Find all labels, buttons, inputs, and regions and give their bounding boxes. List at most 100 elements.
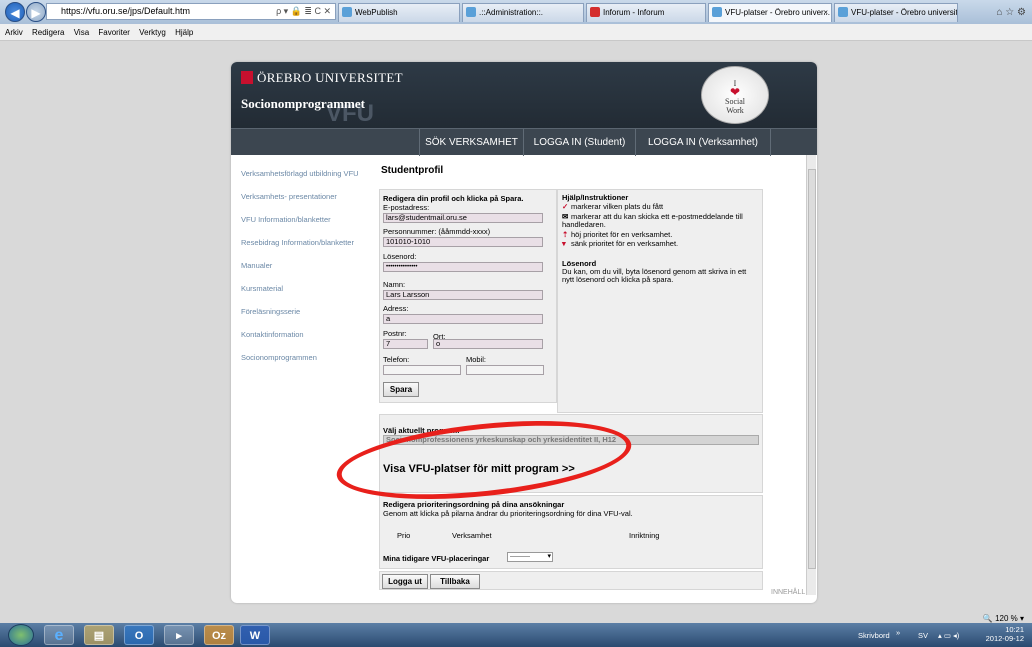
action-bar: Logga ut Tillbaka <box>379 571 763 590</box>
priority-heading: Redigera prioriteringsordning på dina an… <box>383 500 565 509</box>
phone-label: Telefon: <box>383 355 410 364</box>
address-label: Adress: <box>383 304 409 313</box>
clock-time: 10:21 <box>1005 625 1024 634</box>
tab-label: VFU-platser - Örebro univer... <box>725 8 830 17</box>
site-header: ÖREBRO UNIVERSITET VFU Socionomprogramme… <box>231 62 817 128</box>
badge-text: Work <box>726 106 744 115</box>
ie-tab-icon <box>712 7 722 17</box>
university-logo[interactable]: ÖREBRO UNIVERSITET <box>241 70 403 86</box>
start-button[interactable] <box>8 624 34 646</box>
profile-form: Redigera din profil och klicka på Spara.… <box>379 189 557 403</box>
name-label: Namn: <box>383 280 406 289</box>
logout-button[interactable]: Logga ut <box>382 574 428 589</box>
ie-tab-icon <box>838 7 848 17</box>
address-controls[interactable]: ρ ▾ 🔒 ≣ C ✕ <box>276 4 331 19</box>
sidebar-item-vfu-info[interactable]: VFU Information/blanketter <box>241 215 361 224</box>
office-taskbar-icon[interactable]: Oz <box>204 625 234 645</box>
forward-button[interactable]: ▶ <box>26 2 46 22</box>
sidebar-item-socionomprogrammen[interactable]: Socionomprogrammen <box>241 353 361 362</box>
mobile-label: Mobil: <box>466 355 487 364</box>
nav-sok-verksamhet[interactable]: SÖK VERKSAMHET <box>419 129 523 156</box>
column-verksamhet: Verksamhet <box>452 531 492 540</box>
menu-verktyg[interactable]: Verktyg <box>139 28 166 37</box>
tab-label: Inforum - Inforum <box>603 8 665 17</box>
phone-field[interactable] <box>383 365 461 375</box>
address-bar[interactable]: https://vfu.oru.se/jps/Default.htm ρ ▾ 🔒… <box>46 3 336 20</box>
form-heading: Redigera din profil och klicka på Spara. <box>383 194 524 203</box>
address-field[interactable]: a <box>383 314 543 324</box>
back-page-button[interactable]: Tillbaka <box>430 574 480 589</box>
zoom-level[interactable]: 🔍 120 % ▾ <box>983 614 1024 623</box>
explorer-taskbar-icon[interactable]: ▤ <box>84 625 114 645</box>
tab-close-icon[interactable]: × <box>823 4 828 21</box>
menu-favoriter[interactable]: Favoriter <box>98 28 130 37</box>
priority-section: Redigera prioriteringsordning på dina an… <box>379 495 763 569</box>
back-button[interactable]: ◀ <box>5 2 25 22</box>
help-text: markerar att du kan skicka ett e-postmed… <box>562 212 743 229</box>
sidebar-item-presentationer[interactable]: Verksamhets- presentationer <box>241 192 361 201</box>
outlook-taskbar-icon[interactable]: O <box>124 625 154 645</box>
checkmark-icon: ✓ <box>562 202 569 211</box>
browser-tab-3[interactable]: Inforum - Inforum <box>586 3 706 22</box>
email-field[interactable]: lars@studentmail.oru.se <box>383 213 543 223</box>
desktop-toolbar[interactable]: Skrivbord <box>858 631 890 640</box>
help-up-row: ⇡ höj prioritet för en verksamhet. <box>562 231 672 239</box>
email-label: E-postadress: <box>383 203 430 212</box>
clock-date: 2012-09-12 <box>985 634 1024 643</box>
browser-toolbar-icons[interactable]: ⌂ ☆ ⚙ <box>996 7 1026 18</box>
content-scrollbar[interactable] <box>806 155 816 595</box>
sidebar-item-kursmaterial[interactable]: Kursmaterial <box>241 284 361 293</box>
help-down-row: ▾ sänk prioritet för en verksamhet. <box>562 240 678 248</box>
browser-tab-5[interactable]: VFU-platser - Örebro universitet <box>834 3 958 22</box>
ie-tab-icon <box>342 7 352 17</box>
menu-visa[interactable]: Visa <box>74 28 89 37</box>
heart-icon: ❤ <box>729 85 741 99</box>
menu-hjalp[interactable]: Hjälp <box>175 28 193 37</box>
nav-logga-in-verksamhet[interactable]: LOGGA IN (Verksamhet) <box>635 129 771 156</box>
browser-tab-active[interactable]: VFU-platser - Örebro univer... × <box>708 3 832 22</box>
ie-taskbar-icon[interactable]: e <box>44 625 74 645</box>
select-value: ---------- <box>510 554 530 560</box>
tray-icons[interactable]: ▴ ▭ ◂) <box>938 631 959 640</box>
ort-field[interactable]: o <box>433 339 543 349</box>
sidebar-item-vfu[interactable]: Verksamhetsförlagd utbildning VFU <box>241 169 361 178</box>
sidebar-item-resebidrag[interactable]: Resebidrag Information/blanketter <box>241 238 361 247</box>
browser-titlebar: ◀ ▶ https://vfu.oru.se/jps/Default.htm ρ… <box>0 0 1032 24</box>
mobile-field[interactable] <box>466 365 544 375</box>
help-check-row: ✓ markerar vilken plats du fått <box>562 203 663 211</box>
postnr-label: Postnr: <box>383 329 407 338</box>
nav-logga-in-student[interactable]: LOGGA IN (Student) <box>523 129 635 156</box>
column-inriktning: Inriktning <box>629 531 660 540</box>
save-button[interactable]: Spara <box>383 382 419 397</box>
program-name: Socionomprogrammet <box>241 96 365 111</box>
tab-label: WebPublish <box>355 8 398 17</box>
scrollbar-thumb[interactable] <box>808 169 816 569</box>
sidebar: Verksamhetsförlagd utbildning VFU Verksa… <box>241 169 361 376</box>
sidebar-item-kontakt[interactable]: Kontaktinformation <box>241 330 361 339</box>
arrow-down-icon: ▾ <box>562 239 566 248</box>
earlier-placements-select[interactable]: ---------- ▾ <box>507 552 553 562</box>
word-taskbar-icon[interactable]: W <box>240 625 270 645</box>
name-field[interactable]: Lars Larsson <box>383 290 543 300</box>
language-indicator[interactable]: SV <box>918 631 928 640</box>
column-prio: Prio <box>397 531 411 540</box>
sidebar-item-manualer[interactable]: Manualer <box>241 261 361 270</box>
menu-redigera[interactable]: Redigera <box>32 28 64 37</box>
menu-arkiv[interactable]: Arkiv <box>5 28 23 37</box>
top-navigation: SÖK VERKSAMHET LOGGA IN (Student) LOGGA … <box>231 128 817 156</box>
personnummer-field[interactable]: 101010-1010 <box>383 237 543 247</box>
clock[interactable]: 10:21 2012-09-12 <box>986 625 1024 643</box>
help-heading: Hjälp/Instruktioner <box>562 193 629 202</box>
media-taskbar-icon[interactable]: ▸ <box>164 625 194 645</box>
browser-tab-2[interactable]: .::Administration::. <box>462 3 584 22</box>
badge-text: Social <box>725 97 745 106</box>
browser-tab-1[interactable]: WebPublish <box>338 3 460 22</box>
pnr-label: Personnummer: (ååmmdd-xxxx) <box>383 227 491 236</box>
chevron-icon[interactable]: » <box>896 628 900 637</box>
postnr-field[interactable]: 7 <box>383 339 428 349</box>
main-content: Studentprofil Redigera din profil och kl… <box>333 162 769 603</box>
tab-label: .::Administration::. <box>479 8 544 17</box>
password-field[interactable]: ••••••••••••••• <box>383 262 543 272</box>
sidebar-item-forelasningsserie[interactable]: Föreläsningsserie <box>241 307 361 316</box>
university-name: ÖREBRO UNIVERSITET <box>257 70 403 85</box>
